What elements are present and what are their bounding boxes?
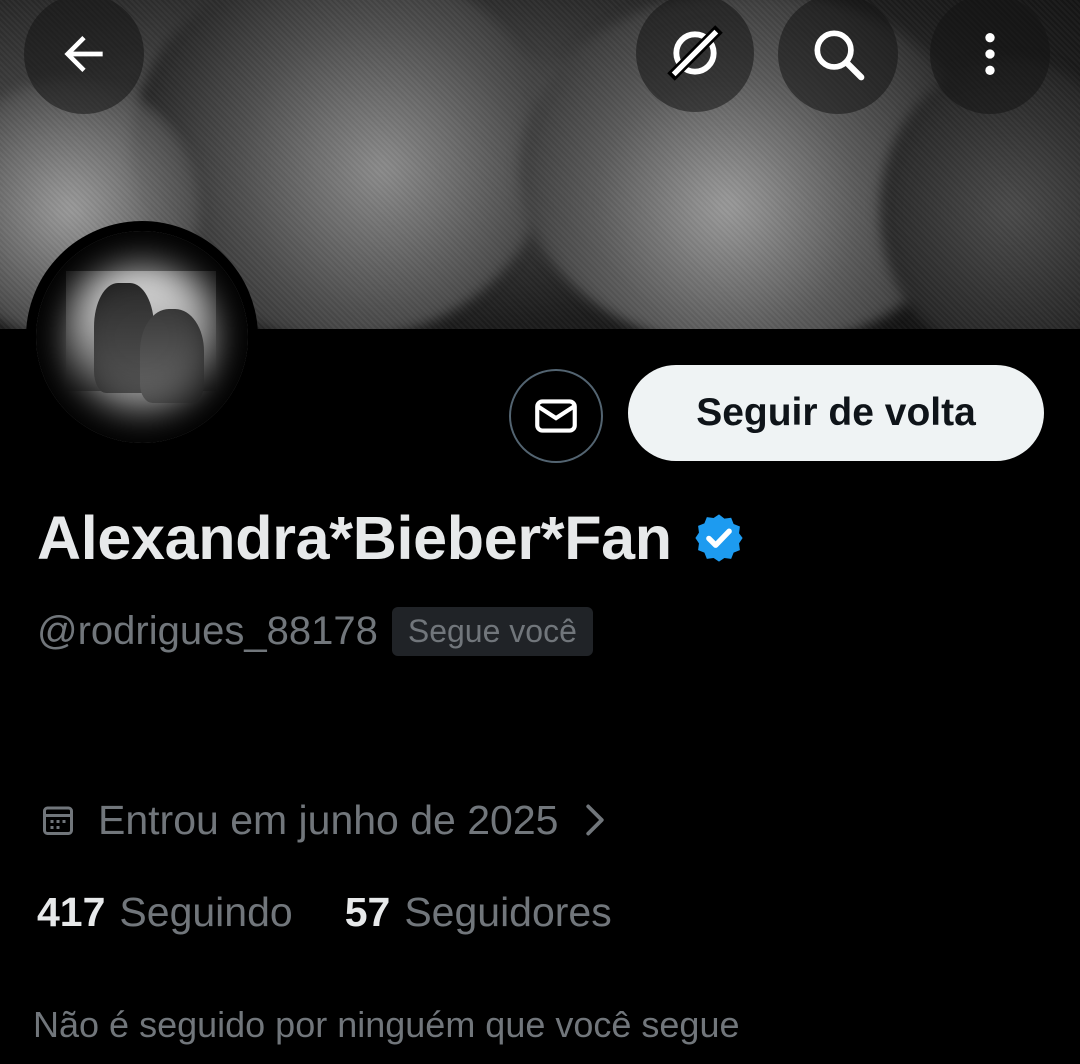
following-label: Seguindo: [119, 888, 293, 935]
display-name-row: Alexandra*Bieber*Fan: [37, 498, 746, 578]
handle-row: @rodrigues_88178 Segue você: [37, 603, 593, 659]
follow-stats: 417 Seguindo 57 Seguidores: [37, 884, 612, 940]
search-icon: [814, 30, 865, 81]
follows-you-badge: Segue você: [391, 606, 593, 656]
envelope-icon: [535, 399, 577, 433]
joined-date: Entrou em junho de 2025: [98, 796, 559, 843]
follow-back-button[interactable]: Seguir de volta: [628, 365, 1044, 461]
joined-date-row[interactable]: Entrou em junho de 2025: [40, 792, 606, 848]
handle: @rodrigues_88178: [37, 608, 378, 653]
following-link[interactable]: 417 Seguindo: [37, 889, 293, 936]
more-vertical-icon: [985, 33, 995, 75]
arrow-left-icon: [64, 36, 103, 72]
profile-page: Seguir de volta Alexandra*Bieber*Fan @ro…: [0, 0, 1080, 1064]
calendar-icon: [43, 806, 73, 835]
followers-label: Seguidores: [404, 888, 612, 935]
mutual-followers-text: Não é seguido por ninguém que você segue: [33, 1004, 740, 1045]
avatar-vignette: [36, 231, 248, 443]
message-button[interactable]: [509, 369, 603, 463]
followers-link[interactable]: 57 Seguidores: [345, 889, 612, 936]
following-count: 417: [37, 888, 106, 935]
avatar[interactable]: [36, 231, 248, 443]
chevron-right-icon: [586, 804, 605, 836]
display-name: Alexandra*Bieber*Fan: [37, 504, 672, 572]
followers-count: 57: [344, 888, 391, 935]
verified-badge-icon[interactable]: [692, 511, 746, 565]
grok-icon: [667, 25, 723, 81]
